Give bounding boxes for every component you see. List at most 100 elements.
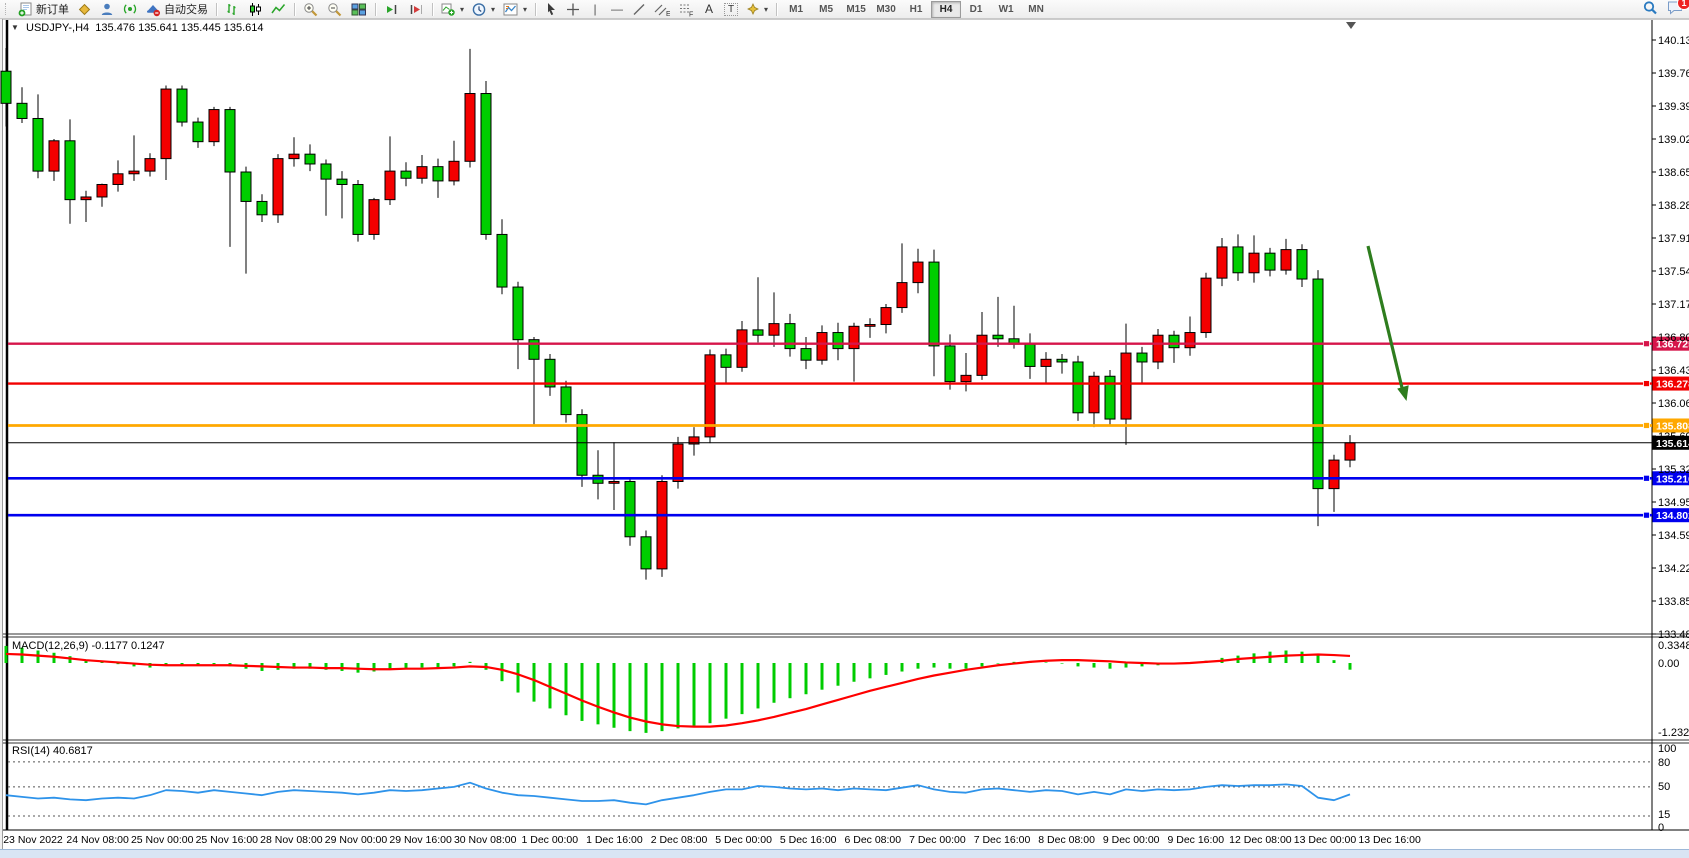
line-chart-icon[interactable] bbox=[267, 1, 290, 17]
candle bbox=[481, 94, 491, 235]
window-menu-icon[interactable]: ▼ bbox=[11, 23, 19, 32]
time-axis-label: 12 Dec 08:00 bbox=[1229, 834, 1292, 846]
toolbar-grip bbox=[5, 3, 11, 15]
price-tick-label: 137.170 bbox=[1658, 299, 1689, 311]
price-tick-label: 138.280 bbox=[1658, 200, 1689, 212]
candle bbox=[609, 481, 619, 483]
cursor-icon[interactable] bbox=[540, 1, 562, 17]
candle bbox=[241, 172, 251, 201]
new-order-label: 新订单 bbox=[36, 1, 69, 17]
timeframe-button-m1[interactable]: M1 bbox=[781, 1, 811, 18]
user-icon[interactable] bbox=[96, 1, 119, 17]
chart-title: USDJPY-,H4 135.476 135.641 135.445 135.6… bbox=[26, 22, 264, 34]
candle bbox=[225, 110, 235, 172]
candle bbox=[49, 141, 59, 171]
time-axis-label: 8 Dec 08:00 bbox=[1038, 834, 1095, 846]
candle bbox=[465, 94, 475, 162]
templates-dropdown[interactable]: ▾ bbox=[499, 1, 531, 17]
new-chart-dropdown[interactable]: ▾ bbox=[437, 1, 468, 17]
candle bbox=[337, 179, 347, 184]
time-axis-label: 25 Nov 16:00 bbox=[196, 834, 259, 846]
auto-trading-button[interactable]: 自动交易 bbox=[142, 1, 212, 17]
auto-scroll-icon[interactable] bbox=[380, 1, 404, 17]
candle bbox=[497, 234, 507, 287]
candle bbox=[865, 325, 875, 327]
price-tick-label: 139.390 bbox=[1658, 101, 1689, 113]
chevron-down-icon: ▾ bbox=[764, 5, 768, 14]
equidistant-channel-icon[interactable]: E bbox=[650, 1, 674, 17]
separator bbox=[432, 3, 433, 16]
new-order-button[interactable]: 新订单 bbox=[14, 1, 73, 17]
candle bbox=[177, 89, 187, 122]
timeframe-button-m15[interactable]: M15 bbox=[841, 1, 871, 18]
macd-indicator-label: MACD(12,26,9) -0.1177 0.1247 bbox=[12, 640, 165, 652]
vertical-line-icon[interactable]: | bbox=[584, 1, 606, 17]
zoom-out-icon[interactable] bbox=[323, 1, 347, 17]
time-axis-label: 29 Nov 16:00 bbox=[389, 834, 452, 846]
chevron-down-icon: ▾ bbox=[523, 5, 527, 14]
fibonacci-icon[interactable]: F bbox=[674, 1, 698, 17]
candle bbox=[673, 444, 683, 481]
timeframe-button-m5[interactable]: M5 bbox=[811, 1, 841, 18]
gold-diamond-icon[interactable] bbox=[73, 1, 96, 17]
candlestick-chart-icon[interactable] bbox=[244, 1, 267, 17]
candle bbox=[17, 103, 27, 118]
price-tick-label: 136.800 bbox=[1658, 332, 1689, 344]
candle bbox=[449, 161, 459, 181]
line-anchor bbox=[1644, 422, 1650, 428]
candle bbox=[193, 122, 203, 142]
candle bbox=[945, 346, 955, 382]
search-icon[interactable] bbox=[1642, 0, 1659, 19]
candle bbox=[65, 141, 75, 200]
new-order-icon bbox=[18, 2, 33, 17]
arrows-dropdown[interactable]: ▾ bbox=[742, 1, 772, 17]
chevron-down-icon: ▾ bbox=[491, 5, 495, 14]
horizontal-line-icon[interactable]: — bbox=[606, 1, 628, 17]
candle bbox=[1185, 333, 1195, 348]
candle bbox=[97, 184, 107, 196]
chart-shift-icon[interactable] bbox=[404, 1, 428, 17]
zoom-in-icon[interactable] bbox=[299, 1, 323, 17]
crosshair-icon[interactable] bbox=[562, 1, 584, 17]
notifications-button[interactable]: 1 bbox=[1667, 0, 1685, 19]
line-anchor bbox=[1644, 475, 1650, 481]
bar-chart-icon[interactable] bbox=[221, 1, 244, 17]
tile-windows-icon[interactable] bbox=[347, 1, 371, 17]
timeframe-button-m30[interactable]: M30 bbox=[871, 1, 901, 18]
time-axis-label: 25 Nov 00:00 bbox=[131, 834, 194, 846]
timeframe-button-w1[interactable]: W1 bbox=[991, 1, 1021, 18]
candle bbox=[1265, 253, 1275, 270]
rsi-indicator-label: RSI(14) 40.6817 bbox=[12, 745, 93, 757]
candle bbox=[1041, 359, 1051, 366]
signals-icon[interactable] bbox=[119, 1, 142, 17]
candle bbox=[129, 171, 139, 174]
chart-canvas[interactable]: 136.725136.278135.808135.614135.216134.8… bbox=[0, 0, 1689, 857]
macd-scale-label: 0.00 bbox=[1658, 658, 1679, 670]
time-axis-label: 6 Dec 08:00 bbox=[844, 834, 901, 846]
price-tick-label: 136.430 bbox=[1658, 365, 1689, 377]
candle bbox=[257, 201, 267, 214]
candle bbox=[209, 110, 219, 142]
candle bbox=[145, 159, 155, 171]
trendline-icon[interactable] bbox=[628, 1, 650, 17]
svg-text:E: E bbox=[666, 11, 670, 17]
candle bbox=[657, 481, 667, 568]
line-anchor bbox=[1644, 512, 1650, 518]
separator bbox=[375, 3, 376, 16]
timeframe-button-d1[interactable]: D1 bbox=[961, 1, 991, 18]
candle bbox=[641, 537, 651, 569]
candle bbox=[1201, 278, 1211, 332]
timeframe-button-mn[interactable]: MN bbox=[1021, 1, 1051, 18]
periods-clock-dropdown[interactable]: ▾ bbox=[468, 1, 499, 17]
time-axis-label: 2 Dec 08:00 bbox=[651, 834, 708, 846]
chart-background bbox=[3, 19, 1689, 849]
candle bbox=[1169, 335, 1179, 347]
line-anchor bbox=[1644, 381, 1650, 387]
text-tool-icon[interactable]: A bbox=[698, 1, 720, 17]
text-label-icon[interactable]: T bbox=[720, 1, 742, 17]
timeframe-button-h4[interactable]: H4 bbox=[931, 1, 961, 18]
timeframe-button-h1[interactable]: H1 bbox=[901, 1, 931, 18]
chevron-down-icon: ▾ bbox=[460, 5, 464, 14]
line-anchor bbox=[1644, 341, 1650, 347]
price-tick-label: 139.020 bbox=[1658, 134, 1689, 146]
